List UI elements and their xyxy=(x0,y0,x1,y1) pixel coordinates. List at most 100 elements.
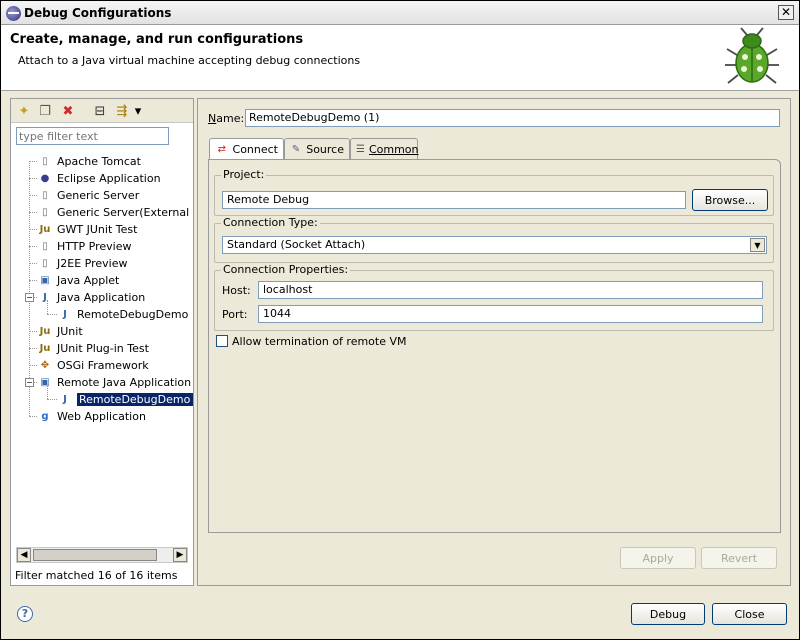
applet-icon: ▣ xyxy=(40,275,50,286)
window-title: Debug Configurations xyxy=(24,6,172,20)
junit-icon: Ju xyxy=(39,326,51,337)
tree-item-label: Generic Server(External La xyxy=(57,206,193,219)
header-banner: Create, manage, and run configurations A… xyxy=(1,25,799,91)
browse-button[interactable]: Browse... xyxy=(692,189,768,211)
project-group: Project: Remote Debug Browse... xyxy=(214,168,774,216)
close-button[interactable]: Close xyxy=(712,603,787,625)
tree-item[interactable]: ▯ Generic Server xyxy=(37,187,139,204)
server-icon: ▯ xyxy=(42,258,48,269)
tree-item[interactable]: Ju GWT JUnit Test xyxy=(37,221,138,238)
tree-connector xyxy=(29,178,37,179)
new-launch-configuration-button[interactable]: ✦ xyxy=(15,102,33,120)
server-icon: ▯ xyxy=(42,156,48,167)
tree-item[interactable]: ▣ Remote Java Application xyxy=(37,374,191,391)
tree-item[interactable]: J Java Application xyxy=(37,289,145,306)
duplicate-button[interactable]: ❐ xyxy=(36,102,54,120)
collapse-all-icon: ⊟ xyxy=(94,103,106,119)
horizontal-scrollbar[interactable]: ◀ ▶ xyxy=(16,547,188,563)
source-icon: ✎ xyxy=(291,143,301,155)
banner-subtitle: Attach to a Java virtual machine accepti… xyxy=(18,54,361,67)
connect-tab-body: Project: Remote Debug Browse... Connecti… xyxy=(208,159,781,533)
port-input[interactable]: 1044 xyxy=(258,305,763,323)
configuration-name-input[interactable]: RemoteDebugDemo (1) xyxy=(245,109,780,127)
filter-status: Filter matched 16 of 16 items xyxy=(15,569,178,582)
java-app-icon: J xyxy=(63,309,67,320)
tree-item[interactable]: J RemoteDebugDemo (1) xyxy=(57,391,193,408)
tree-item[interactable]: Ju JUnit Plug-in Test xyxy=(37,340,149,357)
tree-item[interactable]: ✥ OSGi Framework xyxy=(37,357,149,374)
tree-connector xyxy=(47,314,57,315)
tab-common[interactable]: ☰ Common xyxy=(350,138,419,159)
tree-connector xyxy=(29,246,37,247)
tree-item[interactable]: g Web Application xyxy=(37,408,146,425)
host-input[interactable]: localhost xyxy=(258,281,763,299)
tree-connector xyxy=(29,416,37,417)
remote-java-icon: ▣ xyxy=(40,377,50,388)
delete-icon: ✖ xyxy=(62,103,74,119)
tree-connector xyxy=(29,195,37,196)
configuration-editor-panel: Name: RemoteDebugDemo (1) ⇄ Connect ✎ So… xyxy=(197,98,791,586)
collapse-all-button[interactable]: ⊟ xyxy=(91,102,109,120)
project-input[interactable]: Remote Debug xyxy=(222,191,686,209)
filter-button[interactable]: ⇶ xyxy=(113,102,131,120)
tree-item[interactable]: ▯ Generic Server(External La xyxy=(37,204,193,221)
connection-type-select[interactable]: Standard (Socket Attach) ▼ xyxy=(222,236,767,254)
help-icon[interactable]: ? xyxy=(17,606,33,622)
tree-connector xyxy=(29,229,37,230)
tree-item-label: Generic Server xyxy=(57,189,140,202)
server-icon: ▯ xyxy=(42,241,48,252)
tree-connector xyxy=(47,300,48,314)
connection-type-label: Connection Type: xyxy=(221,216,320,229)
name-label: Name: xyxy=(208,112,245,125)
collapse-icon[interactable]: − xyxy=(25,293,34,302)
tree-item[interactable]: ▣ Java Applet xyxy=(37,272,119,289)
duplicate-icon: ❐ xyxy=(39,103,51,119)
close-window-button[interactable]: ✕ xyxy=(778,5,794,20)
apply-button[interactable]: Apply xyxy=(620,547,696,569)
remote-java-icon: J xyxy=(63,394,67,405)
web-app-icon: g xyxy=(41,411,49,422)
tree-item-label: GWT JUnit Test xyxy=(57,223,138,236)
banner-title: Create, manage, and run configurations xyxy=(10,32,304,47)
connection-type-group: Connection Type: Standard (Socket Attach… xyxy=(214,216,774,263)
osgi-icon: ✥ xyxy=(40,360,50,371)
tree-connector xyxy=(29,348,37,349)
junit-icon: Ju xyxy=(39,224,51,235)
connection-properties-group: Connection Properties: Host: localhost P… xyxy=(214,263,774,331)
tree-item[interactable]: J RemoteDebugDemo xyxy=(57,306,188,323)
tab-connect-label: Connect xyxy=(232,143,278,156)
junit-plugin-icon: Ju xyxy=(39,343,51,354)
tree-item-label: Java Applet xyxy=(57,274,120,287)
filter-menu-button[interactable]: ▾ xyxy=(132,102,144,120)
tree-item[interactable]: Ju JUnit xyxy=(37,323,83,340)
java-app-icon: J xyxy=(43,292,47,303)
tree-connector xyxy=(29,280,37,281)
tree-item-label: RemoteDebugDemo (1) xyxy=(77,393,193,406)
scrollbar-thumb[interactable] xyxy=(33,549,157,561)
connection-type-value: Standard (Socket Attach) xyxy=(227,238,366,251)
allow-termination-checkbox[interactable] xyxy=(216,335,228,347)
chevron-down-icon[interactable]: ▼ xyxy=(750,238,765,252)
collapse-icon[interactable]: − xyxy=(25,378,34,387)
filter-input[interactable] xyxy=(16,127,169,145)
tree-item[interactable]: ▯ Apache Tomcat xyxy=(37,153,141,170)
revert-button[interactable]: Revert xyxy=(701,547,777,569)
tree-item-label: JUnit Plug-in Test xyxy=(57,342,149,355)
tree-item[interactable]: ● Eclipse Application xyxy=(37,170,161,187)
tree-item[interactable]: ▯ HTTP Preview xyxy=(37,238,131,255)
debug-button[interactable]: Debug xyxy=(631,603,705,625)
allow-termination-label: Allow termination of remote VM xyxy=(232,335,407,348)
common-icon: ☰ xyxy=(356,143,365,155)
tab-source[interactable]: ✎ Source xyxy=(284,138,350,159)
tree-item-label: J2EE Preview xyxy=(57,257,128,270)
eclipse-icon xyxy=(6,6,21,21)
tree-item-label: Java Application xyxy=(57,291,146,304)
tree-item[interactable]: ▯ J2EE Preview xyxy=(37,255,127,272)
tree-item-label: Web Application xyxy=(57,410,146,423)
tree-item-label: Eclipse Application xyxy=(57,172,161,185)
project-label: Project: xyxy=(221,168,267,181)
delete-button[interactable]: ✖ xyxy=(59,102,77,120)
tab-connect[interactable]: ⇄ Connect xyxy=(209,138,284,160)
scroll-left-icon[interactable]: ◀ xyxy=(17,548,31,562)
scroll-right-icon[interactable]: ▶ xyxy=(173,548,187,562)
